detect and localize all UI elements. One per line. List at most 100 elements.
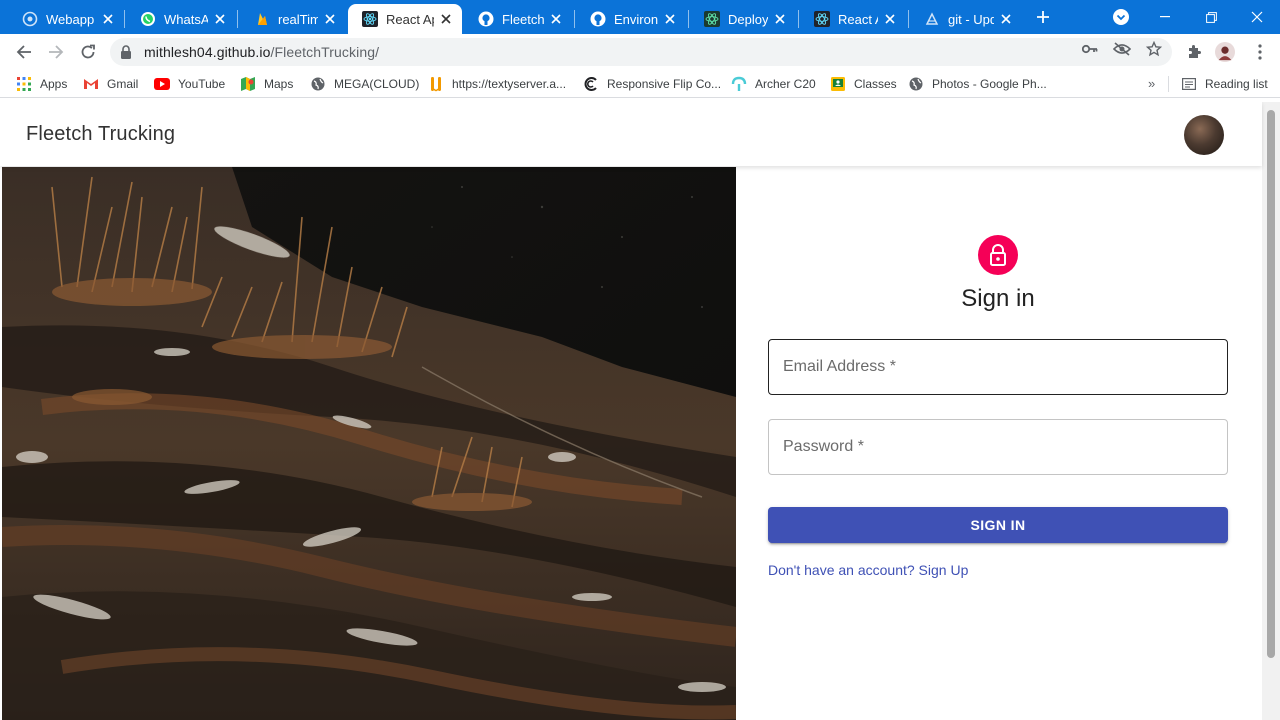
close-icon[interactable] <box>322 11 338 27</box>
close-icon[interactable] <box>882 11 898 27</box>
maps-icon <box>240 76 256 92</box>
bookmark-responsive-flip[interactable]: Responsive Flip Co... <box>583 76 721 92</box>
tab-label: Webapp <box>46 11 95 27</box>
close-window-button[interactable] <box>1234 0 1280 34</box>
bookmark-label: Archer C20 <box>755 77 816 91</box>
git-favicon <box>924 11 940 27</box>
gmail-icon <box>83 76 99 92</box>
close-icon[interactable] <box>772 11 788 27</box>
tab-whatsapp[interactable]: WhatsApp <box>126 4 236 34</box>
password-input[interactable] <box>769 420 1227 474</box>
close-icon[interactable] <box>212 11 228 27</box>
close-icon[interactable] <box>548 11 564 27</box>
close-icon[interactable] <box>100 11 116 27</box>
tab-react-app[interactable]: React App <box>800 4 906 34</box>
bookmark-archer[interactable]: Archer C20 <box>731 76 816 92</box>
tab-search-button[interactable] <box>1098 0 1144 34</box>
signin-panel: Sign in SIGN IN Don't have an account? S… <box>736 167 1262 720</box>
minimize-button[interactable] <box>1142 0 1188 34</box>
forward-button[interactable] <box>44 40 68 64</box>
reading-list-label: Reading list <box>1205 77 1268 91</box>
extensions-icon[interactable] <box>1184 42 1204 62</box>
reading-list-button[interactable]: Reading list <box>1181 76 1268 92</box>
signup-link[interactable]: Don't have an account? Sign Up <box>768 562 968 578</box>
tab-label: git - Update <box>948 11 994 27</box>
bookmark-apps[interactable]: Apps <box>16 76 67 92</box>
tab-label: WhatsApp <box>164 11 208 27</box>
url-host: mithlesh04.github.io <box>144 44 271 60</box>
bookmark-youtube[interactable]: YouTube <box>154 76 225 92</box>
tab-environment[interactable]: Environment <box>576 4 686 34</box>
profile-avatar[interactable] <box>1215 42 1235 62</box>
bookmarks-divider <box>1168 76 1169 92</box>
react-favicon <box>362 11 378 27</box>
bookmark-label: Maps <box>264 77 294 91</box>
react-favicon <box>704 11 720 27</box>
bookmark-label: Gmail <box>107 77 139 91</box>
lock-icon[interactable] <box>120 45 134 59</box>
tab-label: Deployment <box>728 11 768 27</box>
menu-kebab-icon[interactable] <box>1250 42 1270 62</box>
globe-icon <box>310 76 326 92</box>
bookmark-label: Photos - Google Ph... <box>932 77 1047 91</box>
apps-grid-icon <box>16 76 32 92</box>
lock-icon <box>978 235 1018 275</box>
tab-webapp[interactable]: Webapp <box>8 4 124 34</box>
tab-label: Environment <box>614 11 658 27</box>
key-icon[interactable] <box>1081 40 1099 58</box>
eye-off-icon[interactable] <box>1113 40 1131 58</box>
tab-git-update[interactable]: git - Update <box>910 4 1022 34</box>
bookmarks-bar: Apps Gmail YouTube Maps MEGA(CLOUD) http… <box>0 70 1280 98</box>
more-bookmarks-button[interactable]: » <box>1148 76 1155 91</box>
github-favicon <box>590 11 606 27</box>
flip-icon <box>583 76 599 92</box>
new-tab-button[interactable] <box>1033 7 1053 27</box>
tab-label: React App <box>386 11 434 27</box>
signin-title: Sign in <box>961 285 1035 312</box>
tab-realtime[interactable]: realTime <box>240 4 346 34</box>
bookmark-classes[interactable]: Classes <box>830 76 897 92</box>
tab-label: React App <box>838 11 878 27</box>
classes-icon <box>830 76 846 92</box>
close-icon[interactable] <box>662 11 678 27</box>
bookmark-mega[interactable]: MEGA(CLOUD) <box>310 76 419 92</box>
email-input[interactable] <box>769 340 1227 394</box>
restore-button[interactable] <box>1188 0 1234 34</box>
tab-strip: Webapp WhatsApp realTime React App Fleet… <box>0 0 1280 34</box>
brand-title: Fleetch Trucking <box>26 123 176 145</box>
bookmark-label: YouTube <box>178 77 226 91</box>
star-icon[interactable] <box>1145 40 1163 58</box>
bookmark-photos[interactable]: Photos - Google Ph... <box>908 76 1047 92</box>
user-avatar[interactable] <box>1184 115 1224 155</box>
signin-button[interactable]: SIGN IN <box>768 507 1228 543</box>
app-bar: Fleetch Trucking <box>0 102 1262 166</box>
bookmark-label: https://textyserver.a... <box>452 77 567 91</box>
webapp-favicon <box>22 11 38 27</box>
page-scrollbar[interactable] <box>1262 102 1280 720</box>
page-viewport: Fleetch Trucking Sign in Email Address *… <box>0 102 1280 720</box>
tab-react-app-active[interactable]: React App <box>348 4 462 34</box>
whatsapp-favicon <box>140 11 156 27</box>
address-bar[interactable]: mithlesh04.github.io/FleetchTrucking/ <box>110 38 1172 66</box>
bookmark-gmail[interactable]: Gmail <box>83 76 138 92</box>
bookmark-maps[interactable]: Maps <box>240 76 293 92</box>
bookmark-textyserver[interactable]: https://textyserver.a... <box>428 76 566 92</box>
reload-button[interactable] <box>76 40 100 64</box>
tab-fleetchtrucking[interactable]: FleetchTrucking <box>464 4 572 34</box>
url-text[interactable]: mithlesh04.github.io/FleetchTrucking/ <box>144 44 379 60</box>
react-favicon <box>814 11 830 27</box>
bookmark-label: Apps <box>40 77 68 91</box>
email-field[interactable] <box>768 339 1228 395</box>
reading-list-icon <box>1181 76 1197 92</box>
tab-deployment[interactable]: Deployment <box>690 4 796 34</box>
bookmark-label: Responsive Flip Co... <box>607 77 722 91</box>
close-icon[interactable] <box>438 11 454 27</box>
password-field[interactable] <box>768 419 1228 475</box>
scrollbar-thumb[interactable] <box>1267 110 1275 658</box>
bookmark-label: MEGA(CLOUD) <box>334 77 420 91</box>
back-button[interactable] <box>12 40 36 64</box>
tab-label: realTime <box>278 11 318 27</box>
close-icon[interactable] <box>998 11 1014 27</box>
hero-image <box>2 167 736 720</box>
youtube-icon <box>154 76 170 92</box>
